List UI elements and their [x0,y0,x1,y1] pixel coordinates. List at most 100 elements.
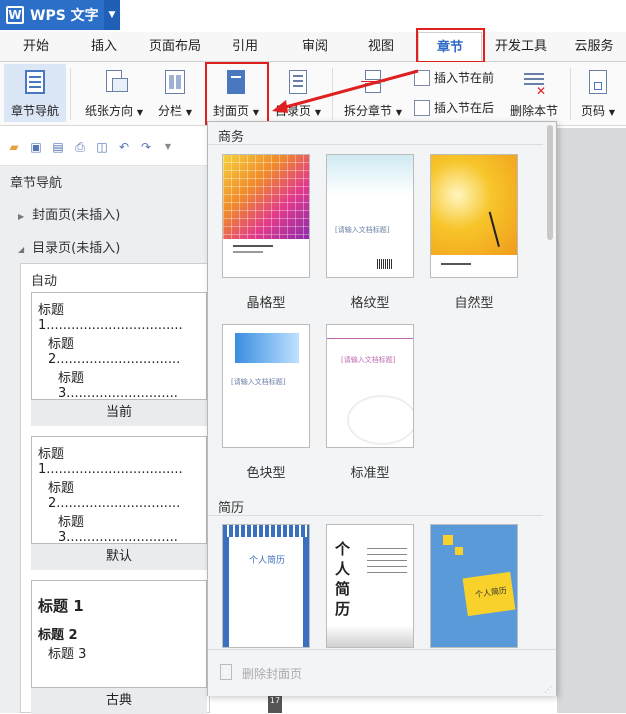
gallery-scrollbar-thumb[interactable] [547,125,553,240]
ruler-number: 17 [268,696,282,713]
insert-section-before-label: 插入节在前 [434,71,495,85]
toc-line: 标题 3 [48,647,87,662]
section-title-resume: 简历 [218,501,245,516]
toc-style-current-label: 当前 [31,400,207,426]
tab-insert[interactable]: 插入 [76,32,132,62]
nav-node-toc-label: 目录页(未插入) [32,241,121,256]
wps-logo-icon: W [6,6,24,24]
save-icon[interactable]: ▣ [28,140,44,154]
tab-layout[interactable]: 页面布局 [140,32,210,62]
open-folder-icon[interactable]: ▰ [6,140,22,154]
insert-section-after-label: 插入节在后 [434,101,495,115]
toc-style-list: 自动 标题 1.................................… [20,263,210,714]
cover-template-nature[interactable] [430,154,518,278]
cover-template-standard[interactable]: [请输入文档标题] [326,324,414,448]
undo-icon[interactable]: ↶ [116,140,132,154]
nav-pane-title: 章节导航 [10,176,63,191]
columns-icon [161,68,189,96]
toc-style-auto[interactable]: 标题 1................................. 标题… [31,292,207,401]
tab-home[interactable]: 开始 [8,32,64,62]
page-number-button[interactable]: 页码 ▼ [574,64,622,119]
toc-style-default-label: 默认 [31,544,207,570]
print-icon[interactable]: ⎙ [72,140,88,154]
delete-section-icon: ✕ [520,68,548,98]
print-preview-icon[interactable]: ◫ [94,140,110,154]
cover-template-plaid[interactable]: [请输入文档标题] [326,154,414,278]
cover-template-lattice[interactable] [222,154,310,278]
barcode-icon [377,259,393,269]
tab-cloud[interactable]: 云服务 [566,32,622,62]
toc-line: 标题 1................................. [38,303,183,333]
expand-arrow-icon: ▶ [18,212,25,221]
export-pdf-icon[interactable]: ▤ [50,140,66,154]
toc-line: 标题 3........................... [58,515,178,545]
template-name-standard: 标准型 [350,466,390,481]
toc-line: 标题 2 [38,628,78,643]
toc-line: 标题 1................................. [38,447,183,477]
resume-title: 个人简历 [248,556,285,566]
chevron-down-icon[interactable]: ▼ [160,140,176,154]
tab-developer[interactable]: 开发工具 [488,32,554,62]
document-area [557,128,626,713]
nav-node-cover-label: 封面页(未插入) [32,208,121,223]
columns-button[interactable]: 分栏 ▼ [152,64,198,119]
toc-line: 标题 3........................... [58,371,178,401]
quick-access-toolbar: ▰ ▣ ▤ ⎙ ◫ ↶ ↷ ▼ [0,128,210,166]
orientation-icon [100,68,128,96]
delete-section-label: 删除本节 [509,104,558,118]
toc-style-default[interactable]: 标题 1................................. 标题… [31,436,207,545]
toc-style-classic-label: 古典 [31,688,207,714]
highlight-box-tab [416,28,485,63]
resume-template-sticky[interactable]: 个人简历 [430,524,518,648]
tab-reference[interactable]: 引用 [220,32,270,62]
page-number-label: 页码 [581,104,606,118]
app-menu-button[interactable]: W WPS 文字 ▼ [0,0,120,30]
tab-view[interactable]: 视图 [356,32,406,62]
section-nav-label: 章节导航 [10,104,59,118]
section-nav-icon [21,68,49,96]
delete-section-button[interactable]: ✕ 删除本节 [504,64,564,119]
chevron-down-icon[interactable]: ▼ [104,0,120,30]
template-name-plaid: 格纹型 [350,296,390,311]
collapse-arrow-icon: ◢ [18,245,25,254]
chevron-down-icon: ▼ [136,108,143,117]
cover-page-gallery: 商务 [请输入文档标题] 晶格型 格纹型 自然型 [请输入文档标题] [请输入文… [207,121,557,696]
cover-placeholder-text: [请输入文档标题] [231,378,286,386]
divider [570,68,571,120]
chevron-down-icon: ▼ [185,108,192,117]
tab-review[interactable]: 审阅 [290,32,340,62]
delete-cover-button[interactable]: 删除封面页 ⋰ [208,649,556,696]
columns-label: 分栏 [158,104,183,118]
cover-template-color-block[interactable]: [请输入文档标题] [222,324,310,448]
annotation-arrow-icon [272,69,419,113]
delete-cover-icon [220,664,232,680]
cover-placeholder-text: [请输入文档标题] [335,226,390,234]
toc-line: 标题 1 [38,597,84,615]
chevron-down-icon: ▼ [608,108,615,117]
toc-style-classic[interactable]: 标题 1 标题 2 标题 3 [31,580,207,688]
delete-cover-label: 删除封面页 [242,667,303,681]
nav-node-toc[interactable]: ◢ 目录页(未插入) [18,237,120,256]
orientation-button[interactable]: 纸张方向 ▼ [80,64,148,119]
redo-icon[interactable]: ↷ [138,140,154,154]
resume-title: 个人简历 [335,540,351,618]
toc-group-label: 自动 [31,274,58,289]
menu-tabs: 开始 插入 页面布局 引用 审阅 视图 章节 开发工具 云服务 [0,32,626,63]
orientation-label: 纸张方向 [85,104,134,118]
resume-template-blue[interactable]: 个人简历 [222,524,310,648]
divider [208,144,543,145]
toc-line: 标题 2.............................. [48,481,181,511]
title-bar: W WPS 文字 ▼ [0,0,626,32]
nav-node-cover[interactable]: ▶ 封面页(未插入) [18,204,120,223]
section-title-business: 商务 [218,130,245,145]
resize-grip-icon[interactable]: ⋰ [544,685,552,694]
resume-template-bw[interactable]: 个人简历 [326,524,414,648]
cover-placeholder-text: [请输入文档标题] [341,356,396,364]
template-name-lattice: 晶格型 [246,296,286,311]
page-number-icon [584,68,612,96]
app-title: WPS 文字 [30,8,99,24]
color-block-pattern [235,333,299,363]
divider [208,515,543,516]
toc-line: 标题 2.............................. [48,337,181,367]
section-nav-button[interactable]: 章节导航 [4,64,66,122]
